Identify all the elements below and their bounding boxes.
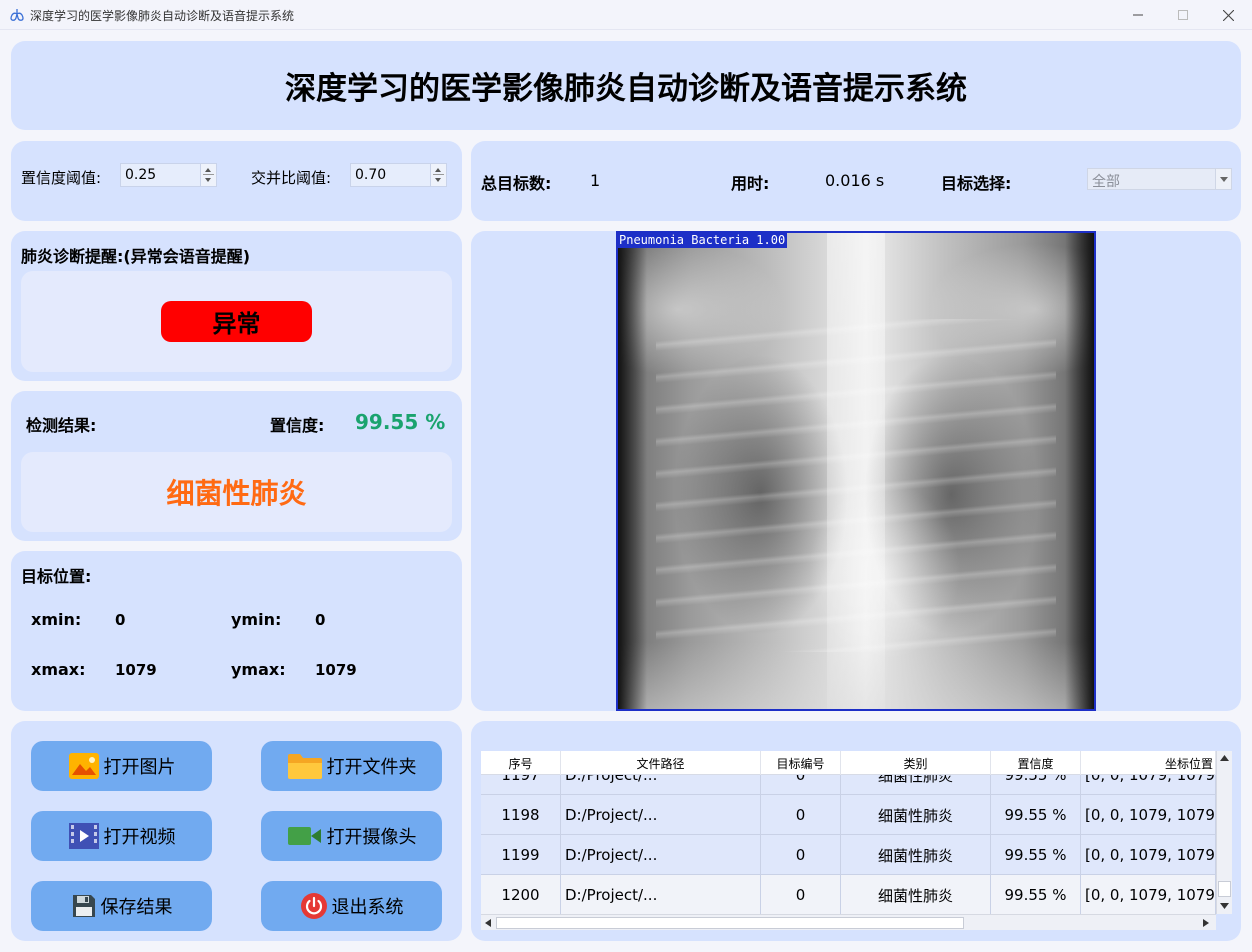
open-image-button[interactable]: 打开图片 [31,741,212,791]
cell-path: D:/Project/... [561,875,761,914]
results-table: 1197 D:/Project/... 0 细菌性肺炎 99.55 % [0, … [481,751,1216,914]
confidence-value: 99.55 % [355,410,446,434]
cell-index: 1199 [481,835,561,875]
xmax-value: 1079 [115,661,157,679]
conf-threshold-value: 0.25 [125,167,157,183]
cell-class: 细菌性肺炎 [841,875,991,914]
confidence-label: 置信度: [270,416,325,435]
total-targets-value: 1 [590,171,601,190]
cell-class: 细菌性肺炎 [841,835,991,875]
cell-class: 细菌性肺炎 [841,795,991,835]
image-icon [68,753,99,779]
table-horizontal-scrollbar[interactable] [481,914,1216,930]
power-icon [300,893,327,919]
maximize-icon [1178,10,1188,20]
scroll-right-icon[interactable] [1203,919,1209,927]
cell-index: 1198 [481,795,561,835]
spin-arrows-icon[interactable] [430,164,446,186]
maximize-button[interactable] [1160,0,1206,30]
exit-system-button[interactable]: 退出系统 [261,881,442,931]
minimize-button[interactable] [1115,0,1161,30]
iou-threshold-label: 交并比阈值: [251,169,332,187]
lungs-app-icon [10,9,24,21]
spin-arrows-icon[interactable] [200,164,216,186]
detection-result-label: 检测结果: [26,416,97,435]
status-badge: 异常 [161,301,312,342]
target-select-dropdown[interactable]: 全部 [1087,168,1232,190]
floppy-disk-icon [72,895,95,917]
cell-confidence: 99.55 % [991,795,1081,835]
close-button[interactable] [1205,0,1251,30]
conf-threshold-label: 置信度阈值: [21,169,102,187]
vertical-scroll-thumb[interactable] [1218,881,1231,897]
cell-bbox: [0, 0, 1079, 1079] [1081,835,1216,875]
alert-title: 肺炎诊断提醒:(异常会语音提醒) [21,247,251,266]
time-label: 用时: [731,174,770,193]
scroll-left-icon[interactable] [485,919,491,927]
iou-threshold-spinbox[interactable]: 0.70 [350,163,447,187]
ymin-label: ymin: [231,610,282,629]
header-bbox[interactable]: 坐标位置 [1081,751,1216,775]
open-video-label: 打开视频 [103,827,176,848]
cell-confidence: 99.55 % [991,875,1081,914]
header-class[interactable]: 类别 [841,751,991,775]
xmin-value: 0 [115,611,126,629]
page-title: 深度学习的医学影像肺炎自动诊断及语音提示系统 [285,71,967,107]
save-result-label: 保存结果 [100,897,173,918]
window-title: 深度学习的医学影像肺炎自动诊断及语音提示系统 [30,9,295,23]
target-select-label: 目标选择: [941,174,1012,193]
horizontal-scroll-thumb[interactable] [496,917,964,929]
exit-system-label: 退出系统 [331,897,404,918]
cell-path: D:/Project/... [561,835,761,875]
window-titlebar: 深度学习的医学影像肺炎自动诊断及语音提示系统 [0,0,1252,30]
open-folder-button[interactable]: 打开文件夹 [261,741,442,791]
cell-target-id: 0 [761,835,841,875]
cell-index: 1200 [481,875,561,914]
cell-target-id: 0 [761,875,841,914]
ymax-label: ymax: [231,660,286,679]
table-row[interactable]: 1200 D:/Project/... 0 细菌性肺炎 99.55 % [0, … [481,875,1216,914]
save-result-button[interactable]: 保存结果 [31,881,212,931]
scroll-down-icon[interactable] [1220,903,1229,909]
detection-result-value: 细菌性肺炎 [166,477,307,510]
table-row[interactable]: 1198 D:/Project/... 0 细菌性肺炎 99.55 % [0, … [481,795,1216,835]
chevron-down-icon[interactable] [1215,169,1231,189]
xmin-label: xmin: [31,610,82,629]
time-value: 0.016 s [825,171,885,190]
cell-bbox: [0, 0, 1079, 1079] [1081,795,1216,835]
cell-bbox: [0, 0, 1079, 1079] [1081,875,1216,914]
table-header: 序号 文件路径 目标编号 类别 置信度 坐标位置 [481,751,1216,775]
ymax-value: 1079 [315,661,357,679]
header-target-id[interactable]: 目标编号 [761,751,841,775]
table-vertical-scrollbar[interactable] [1216,751,1232,914]
ymin-value: 0 [315,611,326,629]
cell-target-id: 0 [761,795,841,835]
open-image-label: 打开图片 [103,757,176,778]
header-index[interactable]: 序号 [481,751,561,775]
minimize-icon [1133,14,1143,16]
target-select-value: 全部 [1092,174,1120,190]
xray-image: Pneumonia Bacteria 1.00 [616,231,1096,711]
open-camera-button[interactable]: 打开摄像头 [261,811,442,861]
total-targets-label: 总目标数: [481,174,552,193]
open-folder-label: 打开文件夹 [326,757,417,778]
camera-icon [287,827,321,845]
conf-threshold-spinbox[interactable]: 0.25 [120,163,217,187]
position-title: 目标位置: [21,567,92,586]
cell-path: D:/Project/... [561,795,761,835]
xmax-label: xmax: [31,660,86,679]
open-camera-label: 打开摄像头 [326,827,417,848]
cell-confidence: 99.55 % [991,835,1081,875]
iou-threshold-value: 0.70 [355,167,387,183]
open-video-button[interactable]: 打开视频 [31,811,212,861]
folder-icon [287,754,322,779]
scroll-up-icon[interactable] [1220,755,1229,761]
header-path[interactable]: 文件路径 [561,751,761,775]
header-confidence[interactable]: 置信度 [991,751,1081,775]
video-icon [68,823,99,849]
detection-box-label: Pneumonia Bacteria 1.00 [618,233,788,248]
table-row[interactable]: 1199 D:/Project/... 0 细菌性肺炎 99.55 % [0, … [481,835,1216,875]
close-icon [1222,9,1234,21]
